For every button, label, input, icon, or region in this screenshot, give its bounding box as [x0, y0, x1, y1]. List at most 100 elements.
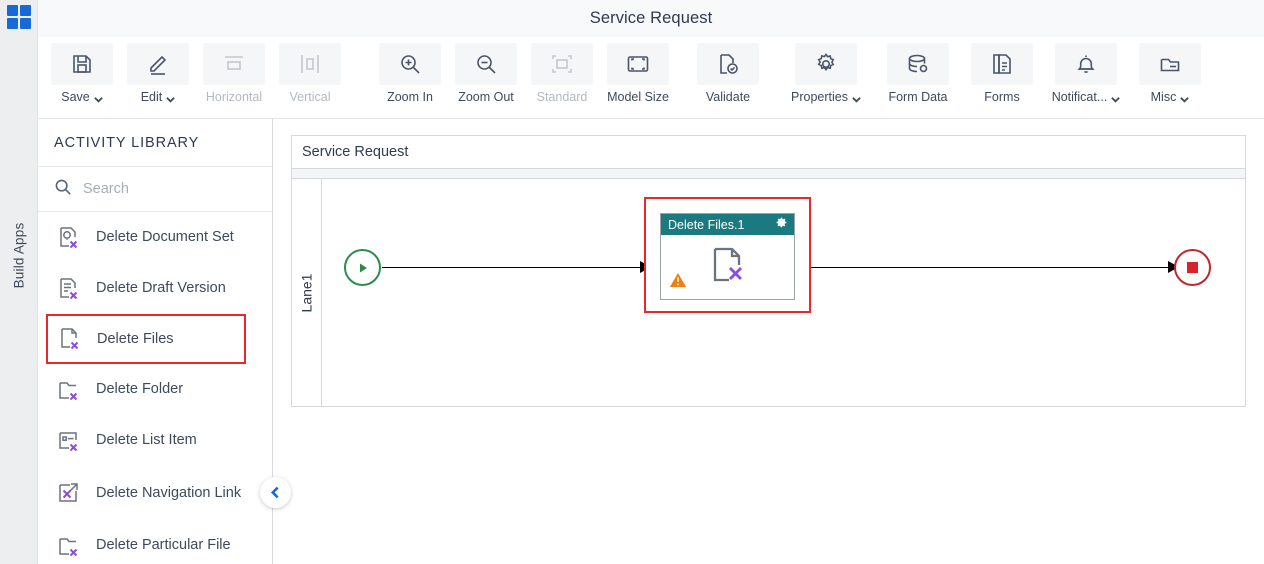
search-input[interactable] — [83, 181, 233, 197]
toolbar-button-form-data[interactable]: Form Data — [872, 37, 964, 115]
delete-navigation-link-icon — [55, 479, 83, 507]
zoom-in-icon — [379, 43, 441, 85]
chevron-down-icon — [1180, 93, 1190, 103]
title-bar: Service Request — [38, 0, 1264, 37]
search-row — [38, 167, 272, 212]
toolbar-label: Vertical — [289, 90, 331, 104]
delete-list-item-icon — [55, 427, 83, 455]
toolbar-button-zoom-in[interactable]: Zoom In — [372, 37, 448, 115]
chevron-down-icon — [166, 93, 176, 103]
toolbar-label: Standard — [536, 90, 588, 104]
end-event-icon[interactable] — [1174, 249, 1211, 286]
list-item-label: Delete Files — [97, 330, 174, 347]
sequence-flow-2 — [811, 267, 1173, 268]
page-title: Service Request — [589, 9, 713, 27]
task-title: Delete Files.1 — [668, 217, 745, 232]
list-item-label: Delete Document Set — [96, 229, 234, 245]
forms-icon — [971, 43, 1033, 85]
toolbar-label: Model Size — [607, 90, 669, 104]
list-item[interactable]: Delete Folder — [38, 364, 272, 415]
toolbar-label: Zoom Out — [458, 90, 514, 104]
vertical-icon — [279, 43, 341, 85]
list-item[interactable]: Delete Document Set — [38, 212, 272, 263]
validate-icon — [697, 43, 759, 85]
apps-grid-icon[interactable] — [7, 5, 31, 29]
lane-body: Delete Files.1 — [322, 179, 1245, 406]
toolbar-button-notifications[interactable]: Notificat... — [1040, 37, 1132, 115]
toolbar-button-validate[interactable]: Validate — [690, 37, 766, 115]
grid-cell — [7, 18, 18, 29]
toolbar-button-model-size[interactable]: Model Size — [600, 37, 676, 115]
toolbar-button-edit[interactable]: Edit — [120, 37, 196, 115]
diagram-canvas-area: Service Request Lane1 Delete Files.1 — [273, 119, 1264, 564]
sequence-flow-1 — [382, 267, 645, 268]
toolbar-label: Horizontal — [205, 90, 263, 104]
toolbar-button-horizontal[interactable]: Horizontal — [196, 37, 272, 115]
toolbar-label: Forms — [984, 90, 1020, 104]
toolbar-label: Edit — [140, 90, 163, 104]
toolbar-button-save[interactable]: Save — [44, 37, 120, 115]
lane-label: Lane1 — [292, 179, 322, 406]
list-item[interactable]: Delete Draft Version — [38, 263, 272, 314]
toolbar-label: Zoom In — [387, 90, 433, 104]
chevron-down-icon — [852, 93, 861, 103]
list-item-delete-files[interactable]: Delete Files — [46, 314, 246, 364]
horizontal-icon — [203, 43, 265, 85]
app-root: Build Apps Service Request Save Edit Hor… — [0, 0, 1264, 564]
task-delete-files[interactable]: Delete Files.1 — [660, 213, 795, 300]
delete-particular-file-icon — [55, 532, 83, 560]
pool-title: Service Request — [292, 136, 1245, 169]
toolbar: Save Edit Horizontal Vertical Zoom In Zo… — [38, 37, 1264, 119]
toolbar-label: Validate — [705, 90, 751, 104]
end-event-square — [1187, 262, 1198, 273]
database-icon — [887, 43, 949, 85]
zoom-out-icon — [455, 43, 517, 85]
toolbar-button-properties[interactable]: Properties — [780, 37, 872, 115]
toolbar-label: Notificat... — [1051, 90, 1108, 104]
list-item-label: Delete Folder — [96, 381, 184, 397]
standard-size-icon — [531, 43, 593, 85]
activity-library-panel: ACTIVITY LIBRARY Delete Document Set Del… — [38, 119, 291, 564]
toolbar-button-vertical[interactable]: Vertical — [272, 37, 348, 115]
grid-cell — [20, 18, 31, 29]
list-item[interactable]: Delete List Item — [38, 415, 272, 466]
save-icon — [51, 43, 113, 85]
toolbar-label: Save — [61, 90, 90, 104]
gear-icon[interactable] — [775, 216, 788, 234]
pool-strip — [292, 169, 1245, 179]
delete-files-icon — [705, 243, 751, 294]
gear-icon — [795, 43, 857, 85]
start-event-icon[interactable] — [344, 249, 381, 286]
chevron-down-icon — [1111, 93, 1121, 103]
misc-folder-icon — [1139, 43, 1201, 85]
left-rail: Build Apps — [0, 0, 38, 564]
delete-files-icon — [56, 325, 84, 353]
model-size-icon — [607, 43, 669, 85]
collapse-panel-button[interactable] — [260, 477, 291, 508]
warning-triangle-icon — [669, 271, 687, 294]
selected-node-outline[interactable]: Delete Files.1 — [644, 197, 811, 313]
toolbar-button-forms[interactable]: Forms — [964, 37, 1040, 115]
pencil-icon — [127, 43, 189, 85]
delete-document-set-icon — [55, 224, 83, 252]
list-item[interactable]: Delete Particular File — [38, 520, 272, 564]
rail-label-build-apps[interactable]: Build Apps — [12, 215, 27, 297]
panel-title: ACTIVITY LIBRARY — [38, 119, 272, 167]
delete-folder-icon — [55, 376, 83, 404]
delete-draft-version-icon — [55, 275, 83, 303]
toolbar-label: Properties — [791, 90, 848, 104]
lane: Lane1 Delete Files.1 — [292, 179, 1245, 406]
task-body — [661, 235, 794, 300]
chevron-down-icon — [94, 93, 103, 103]
grid-cell — [7, 5, 18, 16]
toolbar-button-misc[interactable]: Misc — [1132, 37, 1208, 115]
toolbar-label: Form Data — [888, 90, 948, 104]
task-header: Delete Files.1 — [661, 214, 794, 235]
toolbar-button-standard[interactable]: Standard — [524, 37, 600, 115]
lane-label-text: Lane1 — [298, 273, 315, 312]
list-item[interactable]: Delete Navigation Link — [38, 466, 272, 520]
toolbar-button-zoom-out[interactable]: Zoom Out — [448, 37, 524, 115]
bell-icon — [1055, 43, 1117, 85]
process-pool: Service Request Lane1 Delete Files.1 — [291, 135, 1246, 407]
list-item-label: Delete Navigation Link — [96, 484, 242, 501]
